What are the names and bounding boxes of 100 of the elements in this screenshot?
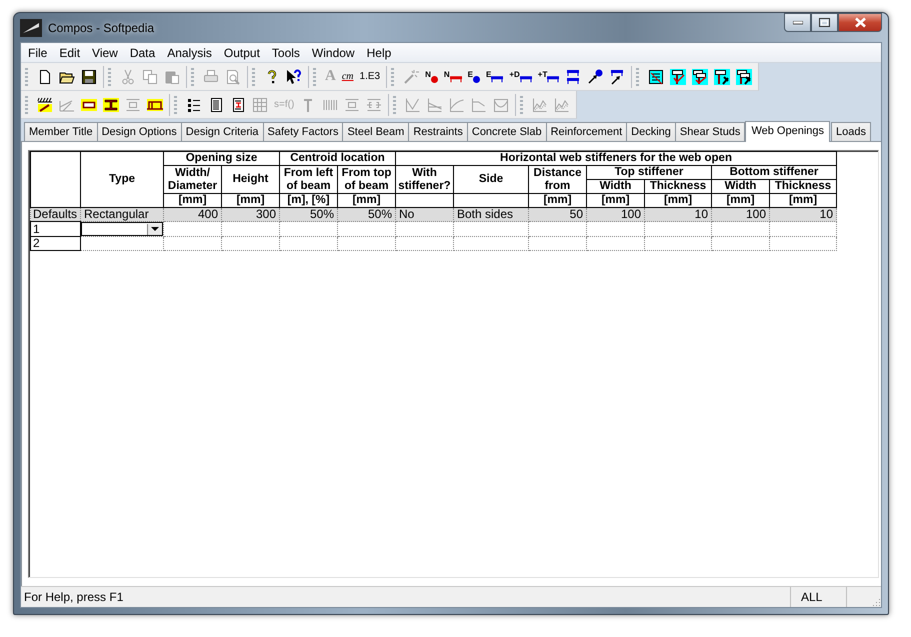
minimize-button[interactable] (784, 13, 811, 32)
row-header[interactable]: 1 (30, 222, 80, 236)
tab[interactable]: Shear Studs (674, 122, 746, 141)
node-dot-button[interactable]: N (425, 70, 438, 82)
beam-check-icon[interactable] (670, 68, 686, 84)
document-icon[interactable] (230, 96, 246, 112)
column-header: From top of beam (338, 166, 396, 194)
beam-up-button[interactable]: +T (538, 70, 560, 82)
pointer-question-icon[interactable] (286, 68, 302, 84)
column-header: Width (712, 180, 770, 194)
menu-item[interactable]: Tools (266, 44, 307, 62)
beam-icon (491, 76, 504, 82)
tab[interactable]: Concrete Slab (466, 122, 547, 141)
column-header: Width (586, 180, 644, 194)
deck-icon[interactable] (147, 96, 163, 112)
tab[interactable]: Safety Factors (262, 122, 344, 141)
tab[interactable]: Design Options (96, 122, 182, 141)
tab[interactable]: Web Openings (745, 121, 830, 142)
row-header[interactable]: 2 (30, 236, 80, 250)
table-cell: Rectangular (80, 208, 164, 222)
beam-hammer-icon[interactable] (736, 68, 752, 84)
units-button[interactable]: cm (342, 72, 354, 82)
table-cell: Both sides (454, 208, 528, 222)
column-header: Opening size (164, 152, 280, 166)
column-header: Bottom stiffener (712, 166, 836, 180)
table-cell: 50% (338, 208, 396, 222)
column-header: With stiffener? (396, 166, 454, 194)
column-header: [mm] (712, 194, 770, 208)
tab[interactable]: Restraints (408, 122, 468, 141)
column-header: Type (80, 152, 164, 208)
i-beam-icon[interactable] (103, 96, 119, 112)
beam-icon (547, 76, 560, 82)
status-message: For Help, press F1 (23, 590, 124, 604)
column-header: Width/ Diameter (164, 166, 222, 194)
column-header: Horizontal web stiffeners for the web open (396, 152, 836, 166)
table-cell: 10 (770, 208, 836, 222)
table-cell: 50 (528, 208, 586, 222)
number-format-button[interactable]: 1.E3 (360, 72, 380, 82)
beam-pair-icon[interactable] (565, 68, 582, 84)
caret-icon (151, 226, 159, 232)
floppy-icon[interactable] (81, 68, 97, 84)
type-dropdown[interactable] (81, 222, 163, 236)
column-header: Top stiffener (586, 166, 712, 180)
column-header: [mm] (644, 194, 712, 208)
close-button[interactable] (838, 13, 882, 32)
app-icon[interactable] (20, 18, 42, 36)
beam-icon (520, 76, 532, 82)
column-header: Distance from (528, 166, 586, 194)
table-cell: 100 (712, 208, 770, 222)
menu-item[interactable]: Data (124, 44, 162, 62)
end-dot-button[interactable]: E (468, 70, 480, 82)
column-header: [m], [%] (280, 194, 338, 208)
menu-item[interactable]: Help (362, 44, 398, 62)
tab[interactable]: Loads (831, 122, 871, 141)
menu-item[interactable]: Window (306, 44, 362, 62)
tab[interactable]: Reinforcement (546, 122, 628, 141)
report-icon[interactable] (648, 68, 664, 84)
table-cell: 100 (586, 208, 644, 222)
maximize-button[interactable] (811, 13, 838, 32)
column-header: [mm] (528, 194, 586, 208)
beam-down-button[interactable]: +D (509, 70, 532, 82)
list-icon[interactable] (186, 96, 202, 112)
dot-icon (430, 76, 438, 82)
beam-hammer-icon[interactable] (714, 68, 730, 84)
table-cell: 50% (280, 208, 338, 222)
column-header: [mm] (222, 194, 280, 208)
arrow-beam-icon[interactable] (609, 68, 626, 84)
menu-item[interactable]: File (23, 44, 54, 62)
menu-item[interactable]: View (87, 44, 125, 62)
end-beam-button[interactable]: E (486, 70, 504, 82)
beam-check-icon[interactable] (692, 68, 708, 84)
beam-icon (450, 76, 462, 82)
tab[interactable]: Steel Beam (342, 122, 410, 141)
document-icon[interactable] (208, 96, 224, 112)
slab-icon[interactable] (81, 96, 97, 112)
column-header: Thickness (644, 180, 712, 194)
column-header: [mm] (770, 194, 836, 208)
tab[interactable]: Decking (626, 122, 676, 141)
window-title: Compos - Softpedia (48, 20, 156, 34)
hatched-slab-icon[interactable] (37, 96, 53, 112)
minimize-icon (792, 20, 802, 24)
arrow-dot-icon[interactable] (587, 68, 604, 84)
table-cell: 400 (164, 208, 222, 222)
tab[interactable]: Member Title (24, 122, 98, 141)
close-icon (854, 17, 866, 28)
column-header: From left of beam (280, 166, 338, 194)
column-header: Thickness (770, 180, 836, 194)
table-cell: 300 (222, 208, 280, 222)
menu-item[interactable]: Output (218, 44, 267, 62)
table-cell: No (396, 208, 454, 222)
row-header[interactable]: Defaults (30, 208, 80, 222)
menu-item[interactable]: Edit (54, 44, 88, 62)
column-header: Centroid location (280, 152, 396, 166)
tab[interactable]: Design Criteria (180, 122, 264, 141)
menu-item[interactable]: Analysis (162, 44, 219, 62)
node-beam-button[interactable]: N (444, 70, 462, 82)
resize-grip-icon[interactable] (871, 597, 881, 607)
column-header: [mm] (338, 194, 396, 208)
page-icon[interactable] (37, 68, 53, 84)
column-header: [mm] (164, 194, 222, 208)
